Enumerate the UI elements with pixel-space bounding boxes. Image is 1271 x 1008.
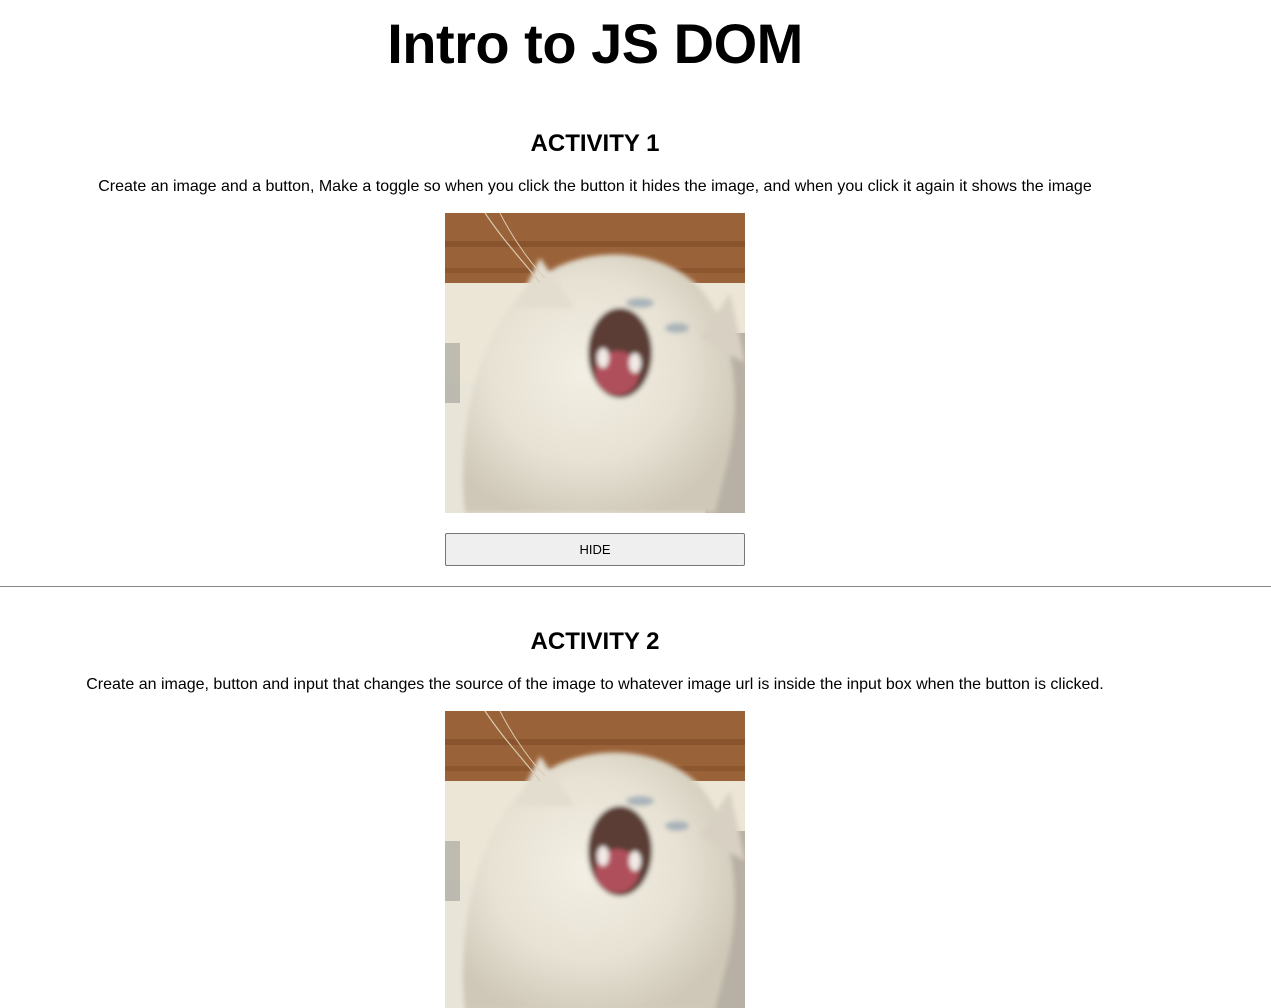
activity-2-description: Create an image, button and input that c…: [86, 676, 1104, 693]
activity-1-title: ACTIVITY 1: [530, 130, 660, 157]
cat-photo-illustration: [445, 711, 745, 1008]
cat-photo-illustration: [445, 213, 745, 513]
content-container: Intro to JS DOM ACTIVITY 1 Create an ima…: [0, 0, 1190, 566]
activity-2-cat-image: [445, 711, 745, 1008]
page-title: Intro to JS DOM: [387, 12, 803, 75]
page: Intro to JS DOM ACTIVITY 1 Create an ima…: [0, 0, 1271, 1008]
activity-2-section: ACTIVITY 2 Create an image, button and i…: [0, 587, 1190, 1008]
hide-button[interactable]: HIDE: [445, 533, 745, 566]
activity-1-description: Create an image and a button, Make a tog…: [98, 178, 1092, 195]
content-container-2: ACTIVITY 2 Create an image, button and i…: [0, 587, 1190, 1008]
activity-1-cat-image: [445, 213, 745, 513]
activity-2-title: ACTIVITY 2: [530, 628, 660, 655]
activity-1-section: ACTIVITY 1 Create an image and a button,…: [0, 76, 1190, 566]
